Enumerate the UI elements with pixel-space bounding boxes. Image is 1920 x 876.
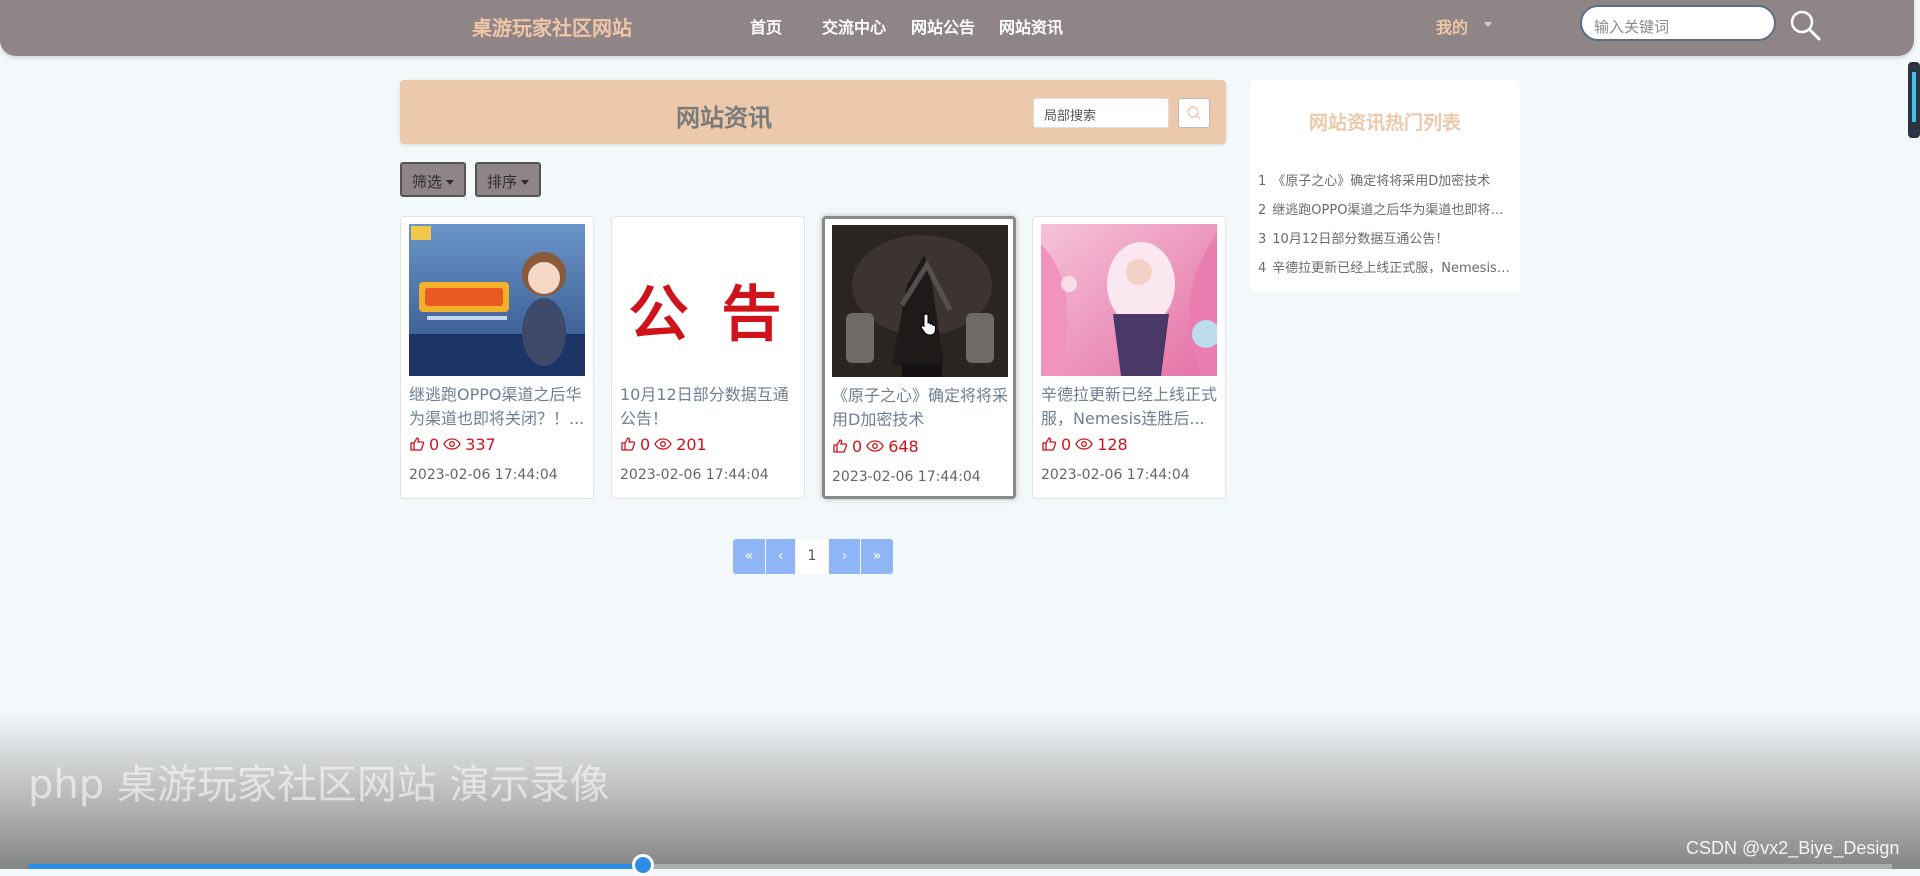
news-card-title[interactable]: 《原子之心》确定将将采用D加密技术 — [832, 384, 1008, 432]
video-progress-bar[interactable] — [28, 864, 1892, 869]
top-navbar: 桌游玩家社区网站 首页 交流中心 网站公告 网站资讯 我的 输入关键词 — [0, 0, 1914, 56]
pagination-first[interactable]: « — [733, 539, 765, 574]
news-card-image[interactable] — [1041, 224, 1217, 376]
filter-label: 筛选 — [412, 173, 443, 191]
search-input[interactable]: 输入关键词 — [1580, 5, 1776, 41]
site-title[interactable]: 桌游玩家社区网站 — [472, 12, 632, 41]
like-count: 0 — [1061, 434, 1072, 454]
news-card-title[interactable]: 继逃跑OPPO渠道之后华为渠道也即将关闭？！... — [409, 383, 585, 431]
news-card-date: 2023-02-06 17:44:04 — [1041, 467, 1190, 483]
local-search-input[interactable]: 局部搜索 — [1033, 98, 1169, 128]
local-search-button[interactable] — [1178, 98, 1210, 128]
nav-site-announcements[interactable]: 网站公告 — [911, 14, 975, 38]
news-card[interactable]: 公 告 10月12日部分数据互通公告！ 0 201 2023-02-06 17:… — [611, 216, 805, 499]
hot-news-rank: 3 — [1258, 232, 1267, 247]
thumbs-up-icon[interactable] — [409, 436, 425, 452]
news-card[interactable]: 辛德拉更新已经上线正式服，Nemesis连胜后... 0 128 2023-02… — [1032, 216, 1226, 499]
pagination-next[interactable]: › — [829, 539, 860, 574]
pagination-page-1[interactable]: 1 — [796, 539, 828, 574]
chevron-down-icon[interactable] — [1484, 22, 1492, 27]
announcement-image-text: 公 告 — [628, 280, 788, 350]
hot-news-title: 网站资讯热门列表 — [1308, 112, 1461, 134]
news-card-image[interactable] — [409, 224, 585, 376]
hot-news-rank: 2 — [1258, 203, 1267, 218]
hot-news-item[interactable]: 3 10月12日部分数据互通公告！ — [1258, 228, 1514, 247]
side-scroll-widget[interactable] — [1908, 62, 1920, 138]
video-progress-fill — [28, 864, 644, 869]
hot-news-item[interactable]: 1 《原子之心》确定将将采用D加密技术 — [1258, 170, 1514, 189]
csdn-watermark: CSDN @vx2_Biye_Design — [1686, 838, 1900, 858]
pagination-last[interactable]: » — [861, 539, 893, 574]
eye-icon — [654, 438, 672, 450]
news-card-stats: 0 648 — [832, 435, 919, 457]
user-menu[interactable]: 我的 — [1436, 14, 1468, 38]
view-count: 337 — [465, 434, 496, 454]
hand-cursor-icon — [920, 313, 936, 336]
news-card-stats: 0 201 — [620, 433, 707, 455]
view-count: 201 — [676, 434, 707, 454]
hot-news-text: 继逃跑OPPO渠道之后华为渠道也即将关闭？！ — [1272, 203, 1514, 218]
news-card-image[interactable]: 公 告 — [620, 224, 796, 376]
eye-icon — [1075, 438, 1093, 450]
news-card-title[interactable]: 10月12日部分数据互通公告！ — [620, 383, 796, 431]
news-card-date: 2023-02-06 17:44:04 — [832, 469, 981, 485]
news-card[interactable]: 《原子之心》确定将将采用D加密技术 0 648 2023-02-06 17:44… — [822, 216, 1016, 499]
like-count: 0 — [429, 434, 440, 454]
thumbs-up-icon[interactable] — [832, 438, 848, 454]
nav-home[interactable]: 首页 — [750, 14, 782, 38]
hot-news-rank: 1 — [1258, 174, 1267, 189]
search-icon — [1187, 106, 1201, 120]
dark-robot-hands — [832, 225, 1008, 377]
like-count: 0 — [852, 436, 863, 456]
video-overlay-title: php 桌游玩家社区网站 演示录像 — [28, 762, 610, 808]
nav-site-news[interactable]: 网站资讯 — [999, 14, 1063, 38]
sort-dropdown-button[interactable]: 排序 — [475, 162, 542, 197]
nav-exchange-center[interactable]: 交流中心 — [822, 14, 886, 38]
view-count: 128 — [1097, 434, 1128, 454]
news-header-bar: 网站资讯 局部搜索 — [400, 80, 1226, 144]
pink-fantasy-character — [1041, 224, 1217, 376]
hot-news-item[interactable]: 2 继逃跑OPPO渠道之后华为渠道也即将关闭？！ — [1258, 199, 1514, 218]
news-card-image[interactable] — [832, 225, 1008, 377]
search-icon[interactable] — [1788, 8, 1822, 42]
filter-dropdown-button[interactable]: 筛选 — [400, 162, 467, 197]
like-count: 0 — [640, 434, 651, 454]
eye-icon — [443, 438, 461, 450]
eye-icon — [866, 440, 884, 452]
hot-news-text: 《原子之心》确定将将采用D加密技术 — [1272, 174, 1491, 189]
news-card-stats: 0 337 — [409, 433, 496, 455]
view-count: 648 — [888, 436, 919, 456]
hot-news-text: 10月12日部分数据互通公告！ — [1272, 232, 1449, 247]
sort-label: 排序 — [487, 173, 518, 191]
thumbs-up-icon[interactable] — [1041, 436, 1057, 452]
news-card-stats: 0 128 — [1041, 433, 1128, 455]
chevron-down-icon — [521, 180, 530, 185]
hot-news-panel: 网站资讯热门列表 1 《原子之心》确定将将采用D加密技术 2 继逃跑OPPO渠道之后… — [1250, 80, 1520, 293]
hot-news-rank: 4 — [1258, 261, 1267, 276]
news-card-title[interactable]: 辛德拉更新已经上线正式服，Nemesis连胜后... — [1041, 383, 1217, 431]
video-progress-handle[interactable] — [632, 854, 655, 876]
page-title: 网站资讯 — [676, 104, 772, 132]
hot-news-text: 辛德拉更新已经上线正式服，Nemesis连胜后... — [1272, 261, 1514, 276]
official-announcement-art — [409, 224, 585, 376]
pagination-prev[interactable]: ‹ — [766, 539, 795, 574]
news-card-date: 2023-02-06 17:44:04 — [620, 467, 769, 483]
chevron-down-icon — [446, 180, 455, 185]
news-card-date: 2023-02-06 17:44:04 — [409, 467, 558, 483]
news-card[interactable]: 继逃跑OPPO渠道之后华为渠道也即将关闭？！... 0 337 2023-02-… — [400, 216, 594, 499]
hot-news-item[interactable]: 4 辛德拉更新已经上线正式服，Nemesis连胜后... — [1258, 257, 1514, 276]
thumbs-up-icon[interactable] — [620, 436, 636, 452]
